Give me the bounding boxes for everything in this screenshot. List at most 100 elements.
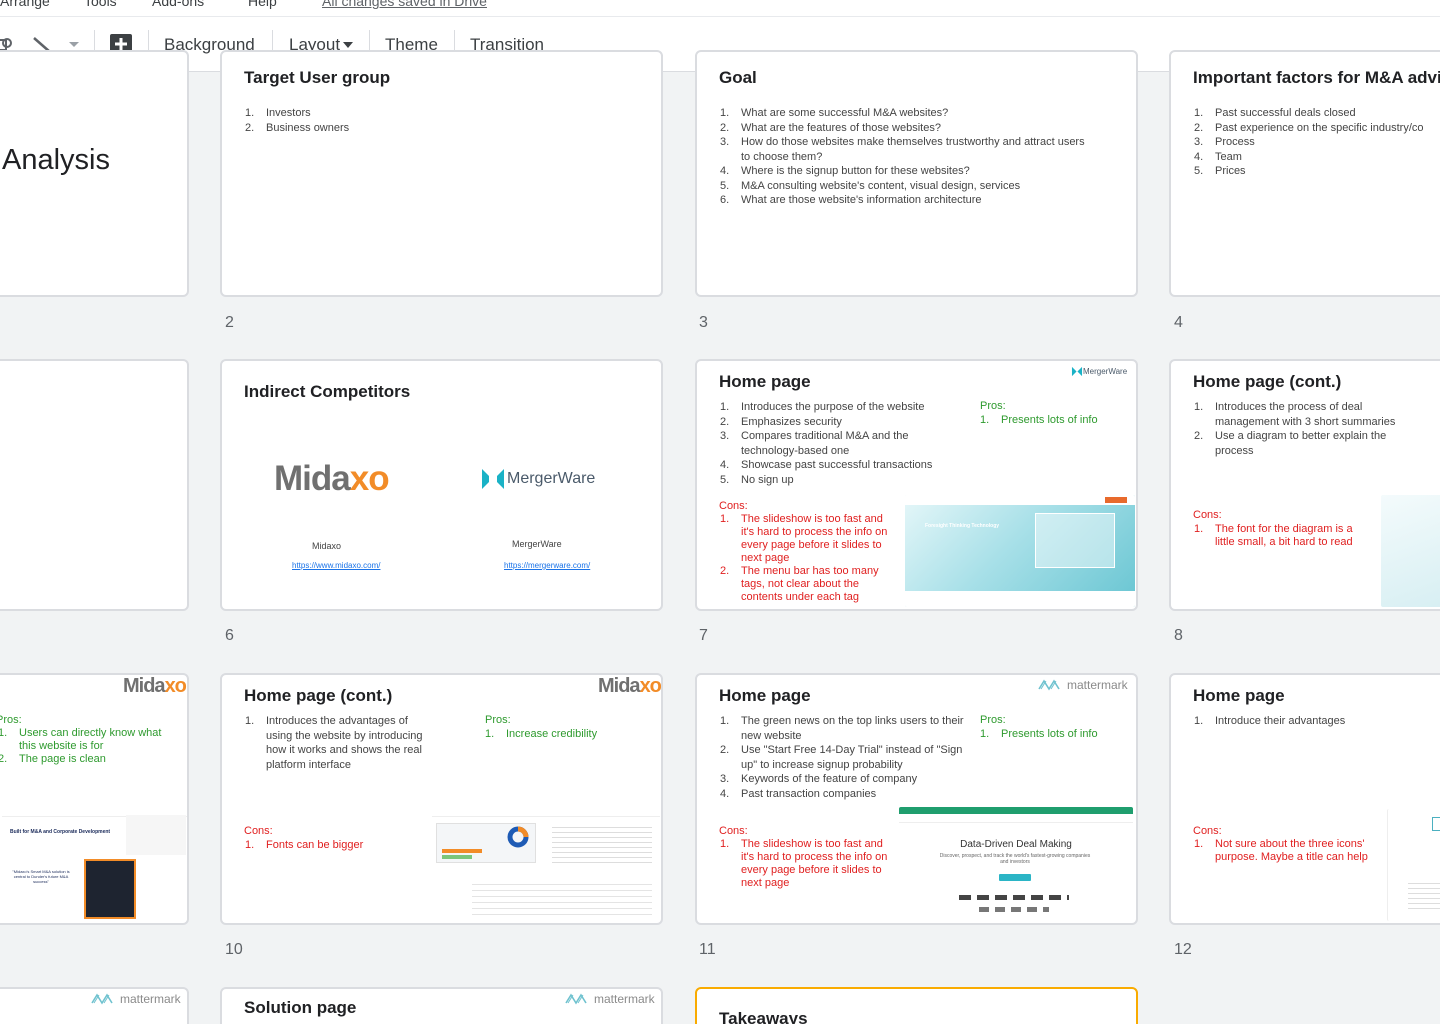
slide-title: Target User group	[244, 68, 391, 87]
list-item: 1. The slideshow is too fast and it's har…	[720, 513, 888, 564]
slide-thumbnail-6[interactable]: Indirect Competitors Midaxo Midaxo https…	[220, 359, 663, 611]
slide-number: 3	[699, 314, 708, 331]
mergerware-logo: MergerWare	[1071, 366, 1127, 377]
list-item: 2. Use a diagram to better explain the pr…	[1194, 430, 1387, 457]
slide-list: 1. Introduces the advantages of using the…	[245, 714, 430, 772]
slide-title: Goal	[719, 68, 757, 87]
pros-list: 1.Users can directly know what this webs…	[0, 727, 168, 766]
midaxo-logo: Midaxo	[123, 675, 187, 697]
website-screenshot: Data-Driven Deal Making Discover, prospe…	[899, 807, 1133, 923]
cons-label: Cons:	[719, 825, 748, 837]
list-item: 3. How do those websites make themselves …	[720, 136, 1085, 163]
pros-label: Pros:	[980, 714, 1006, 726]
list-item: 1. Increase credibility	[485, 728, 598, 740]
slide-thumbnail-8[interactable]: Home page (cont.) 1. Introduces the proce…	[1169, 359, 1440, 611]
slide-thumbnail-3[interactable]: Goal 1. What are some successful M&A webs…	[695, 50, 1138, 297]
screenshot-bar	[442, 849, 482, 853]
screenshot-section	[472, 879, 652, 915]
pros-label: Pros:	[980, 400, 1006, 412]
slide-list: 1. What are some successful M&A websites?…	[720, 106, 1090, 208]
midaxo-caption: Midaxo	[312, 541, 342, 551]
slide-list: 1. Investors 2. Business owners	[245, 106, 645, 135]
cons-list: 1. Not sure about the three icons' purpos…	[1194, 838, 1369, 864]
mergerware-caption: MergerWare	[512, 539, 562, 549]
slide-thumbnail-15-selected[interactable]: Takeaways	[695, 987, 1138, 1024]
list-item: 1. The green news on the top links users …	[720, 715, 964, 742]
list-item: 2. What are the features of those website…	[720, 121, 941, 134]
website-screenshot: Built for M&A and Corporate Development …	[2, 809, 187, 921]
slide-title: Home page (cont.)	[1193, 372, 1342, 391]
cons-label: Cons:	[1193, 509, 1222, 521]
mergerware-icon	[482, 469, 504, 489]
slide-number: 12	[1174, 941, 1192, 958]
list-item: 5. Prices	[1194, 165, 1246, 177]
list-item: 2. The menu bar has too many tags, not cl…	[720, 565, 879, 603]
list-item: 4. Past transaction companies	[720, 787, 877, 800]
slide-thumbnail-5[interactable]	[0, 359, 189, 611]
slide-thumbnail-11[interactable]: Home page mattermark 1. The green news on…	[695, 673, 1138, 925]
mattermark-icon	[1038, 679, 1060, 691]
slide-thumbnail-13[interactable]: mattermark	[0, 987, 189, 1024]
slide-thumbnail-10[interactable]: Home page (cont.) Midaxo 1. Introduces th…	[220, 673, 663, 925]
list-item: 1. The slideshow is too fast and it's har…	[720, 838, 888, 889]
mattermark-logo: mattermark	[1037, 678, 1128, 692]
slide-number: 11	[699, 941, 716, 958]
screenshot-text	[552, 823, 652, 863]
list-item: 5. No sign up	[720, 473, 794, 486]
screenshot-navbar	[432, 809, 660, 817]
screenshot-navbar	[905, 495, 1135, 505]
slide-number: 6	[225, 627, 234, 644]
list-item: 1. Fonts can be bigger	[245, 839, 364, 851]
list-item: 1. Introduce their advantages	[1194, 715, 1346, 727]
list-item: 3. Keywords of the feature of company	[720, 773, 918, 785]
list-item: 1. Introduces the process of deal managem…	[1194, 401, 1396, 428]
slide-list: 1. The green news on the top links users …	[720, 714, 965, 801]
screenshot-heading: Built for M&A and Corporate Development	[10, 829, 111, 835]
mattermark-icon	[565, 993, 587, 1005]
list-item: 1. Investors	[245, 107, 311, 119]
slide-thumbnail-1[interactable]: Analysis	[0, 50, 189, 297]
slide-title: Home page (cont.)	[244, 686, 393, 705]
mergerware-logo: MergerWare	[480, 467, 595, 491]
slide-thumbnail-9[interactable]: Midaxo Pros: 1.Users can directly know w…	[0, 673, 189, 925]
screenshot-dashboard	[1035, 513, 1115, 568]
cons-list: 1. The font for the diagram is a little s…	[1194, 523, 1359, 549]
slide-thumbnail-14[interactable]: Solution page mattermark	[220, 987, 663, 1024]
screenshot-bar	[442, 855, 472, 859]
cons-list: 1. The slideshow is too fast and it's har…	[720, 838, 890, 890]
mergerware-icon	[1071, 366, 1083, 377]
slide-title: Important factors for M&A advi	[1193, 68, 1440, 87]
cons-list: 1. The slideshow is too fast and it's har…	[720, 513, 890, 604]
list-item: 1. Presents lots of info	[980, 728, 1098, 740]
slide-thumbnail-7[interactable]: Home page MergerWare 1. Introduces the pu…	[695, 359, 1138, 611]
list-item: 1. Past successful deals closed	[1194, 107, 1356, 119]
website-screenshot: Foresight Thinking Technology	[905, 495, 1135, 607]
slide-thumbnail-12[interactable]: Home page 1. Introduce their advantages C…	[1169, 673, 1440, 925]
slide-title: Home page	[719, 686, 811, 705]
list-item: 4. Showcase past successful transactions	[720, 459, 933, 471]
website-screenshot	[1381, 495, 1440, 607]
mergerware-wordmark: MergerWare	[507, 470, 596, 487]
slide-thumbnail-2[interactable]: Target User group 1. Investors 2. Business…	[220, 50, 663, 297]
screenshot-news-banner	[899, 807, 1133, 814]
slide-number: 8	[1174, 627, 1183, 644]
slide-number: 2	[225, 314, 234, 331]
screenshot-navbar	[899, 814, 1133, 823]
list-item: 2.The page is clean	[0, 753, 106, 765]
list-item: 1. Presents lots of info	[980, 414, 1098, 426]
screenshot-subheading: Discover, prospect, and track the world'…	[939, 853, 1091, 865]
slide-thumbnail-4[interactable]: Important factors for M&A advi 1. Past su…	[1169, 50, 1440, 297]
midaxo-logo: Midaxo	[598, 675, 661, 697]
slide-title: Analysis	[2, 144, 110, 176]
screenshot-panel	[126, 815, 186, 855]
list-item: 1. The font for the diagram is a little s…	[1194, 523, 1353, 548]
slide-number: 7	[699, 627, 708, 644]
mattermark-wordmark: mattermark	[594, 992, 655, 1006]
mergerware-link[interactable]: https://mergerware.com/	[504, 561, 590, 570]
list-item: 4. Team	[1194, 150, 1242, 163]
midaxo-link[interactable]: https://www.midaxo.com/	[292, 561, 380, 570]
list-item: 6. What are those website's information a…	[720, 194, 982, 206]
screenshot-heading: Foresight Thinking Technology	[925, 523, 1000, 529]
pros-list: 1. Increase credibility	[485, 727, 635, 742]
screenshot-quote: "Midaxo's Smart M&A solution is central …	[12, 869, 70, 884]
